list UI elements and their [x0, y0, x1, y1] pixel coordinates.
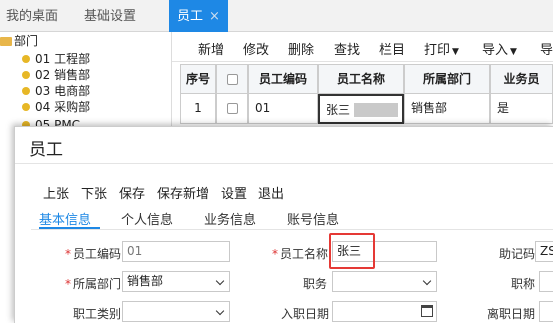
- save-button[interactable]: 保存: [119, 183, 145, 202]
- dept-select[interactable]: 销售部: [122, 271, 230, 292]
- node-dot-icon: [22, 87, 30, 95]
- exit-button[interactable]: 退出: [258, 183, 284, 202]
- col-header-dept: 所属部门: [404, 64, 490, 94]
- calendar-icon[interactable]: [421, 305, 433, 317]
- row-name[interactable]: 张三: [318, 94, 404, 124]
- col-header-select[interactable]: [216, 64, 248, 94]
- position-select[interactable]: [332, 271, 437, 292]
- export-button[interactable]: 导: [540, 39, 553, 58]
- search-button[interactable]: 查找: [334, 39, 360, 58]
- list-toolbar: 新增 修改 删除 查找 栏目 打印 ▼ 导入 ▼ 导: [172, 32, 553, 62]
- tab-employee-label: 员工: [177, 9, 204, 24]
- node-dot-icon: [22, 55, 30, 63]
- tree-item-label: 02 销售部: [35, 68, 91, 82]
- row-dept: 销售部: [404, 94, 490, 124]
- row-select[interactable]: [216, 94, 248, 124]
- emp-code-label: * 员工编码: [55, 245, 121, 262]
- title-label: 职称: [510, 277, 535, 291]
- dept-label-text: 所属部门: [72, 277, 121, 291]
- row-name-text: 张三: [326, 103, 351, 117]
- emp-code-input[interactable]: 01: [122, 241, 230, 262]
- row-code: 01: [248, 94, 318, 124]
- tree-item-engineering[interactable]: 01 工程部: [22, 52, 90, 66]
- import-label: 导入: [482, 43, 509, 58]
- dialog-divider: [15, 163, 553, 164]
- required-mark: *: [271, 247, 278, 261]
- leave-date-label: 离职日期: [486, 307, 535, 321]
- select-all-checkbox[interactable]: [226, 74, 238, 85]
- dialog-title: 员工: [29, 140, 63, 160]
- tab-account-info[interactable]: 账号信息: [287, 209, 339, 228]
- tab-basic-settings[interactable]: 基础设置: [84, 0, 136, 32]
- prev-record-button[interactable]: 上张: [43, 183, 69, 202]
- title-input[interactable]: [539, 271, 553, 292]
- tree-item-purchasing[interactable]: 04 采购部: [22, 100, 90, 114]
- tree-root-label: 部门: [14, 34, 39, 48]
- add-button[interactable]: 新增: [198, 39, 224, 58]
- leave-date-input[interactable]: [539, 301, 553, 322]
- row-salesperson: 是: [490, 94, 553, 124]
- category-select[interactable]: [122, 301, 230, 322]
- redacted-block: [354, 103, 399, 117]
- delete-button[interactable]: 删除: [288, 39, 314, 58]
- tree-item-sales[interactable]: 02 销售部: [22, 68, 90, 82]
- position-label: 职务: [302, 277, 327, 291]
- import-button[interactable]: 导入 ▼: [482, 39, 517, 58]
- required-mark: *: [64, 247, 71, 261]
- col-header-name: 员工名称: [318, 64, 404, 94]
- tree-item-ecommerce[interactable]: 03 电商部: [22, 84, 90, 98]
- chevron-down-icon: ▼: [510, 47, 517, 57]
- columns-button[interactable]: 栏目: [379, 39, 405, 58]
- required-mark: *: [64, 277, 71, 291]
- emp-name-label: * 员工名称: [260, 245, 328, 262]
- col-header-salesperson: 业务员: [490, 64, 553, 94]
- tab-bar: 我的桌面 基础设置 员工 ×: [0, 0, 553, 32]
- mnemonic-label: 助记码: [498, 247, 535, 261]
- col-header-code: 员工编码: [248, 64, 318, 94]
- category-label: 职工类别: [72, 307, 121, 321]
- edit-button[interactable]: 修改: [243, 39, 269, 58]
- tab-my-desktop[interactable]: 我的桌面: [6, 0, 58, 32]
- print-label: 打印: [424, 43, 451, 58]
- row-index: 1: [180, 94, 216, 124]
- hire-date-input[interactable]: [332, 301, 437, 322]
- close-icon[interactable]: ×: [209, 9, 220, 24]
- employee-dialog: 员工 上张 下张 保存 保存新增 设置 退出 基本信息 个人信息 业务信息 账号…: [14, 126, 553, 323]
- tab-basic-info[interactable]: 基本信息: [39, 209, 91, 228]
- next-record-button[interactable]: 下张: [81, 183, 107, 202]
- emp-code-label-text: 员工编码: [72, 247, 121, 261]
- col-header-index: 序号: [180, 64, 216, 94]
- node-dot-icon: [22, 103, 30, 111]
- hire-date-label: 入职日期: [280, 307, 329, 321]
- tree-item-label: 01 工程部: [35, 52, 91, 66]
- tab-divider: [31, 229, 553, 230]
- folder-icon: [0, 37, 12, 46]
- save-and-new-button[interactable]: 保存新增: [157, 183, 209, 202]
- tab-employee[interactable]: 员工 ×: [169, 0, 228, 32]
- tree-root[interactable]: 部门: [0, 34, 38, 48]
- emp-name-label-text: 员工名称: [279, 247, 328, 261]
- row-checkbox[interactable]: [226, 103, 238, 114]
- highlight-box: [329, 233, 375, 269]
- node-dot-icon: [22, 71, 30, 79]
- mnemonic-input[interactable]: ZS: [535, 241, 553, 262]
- tree-item-label: 04 采购部: [35, 100, 91, 114]
- tab-personal-info[interactable]: 个人信息: [121, 209, 173, 228]
- chevron-down-icon: ▼: [452, 47, 459, 57]
- tab-business-info[interactable]: 业务信息: [204, 209, 256, 228]
- dept-label: * 所属部门: [55, 275, 121, 292]
- settings-button[interactable]: 设置: [221, 183, 247, 202]
- tree-item-label: 03 电商部: [35, 84, 91, 98]
- print-button[interactable]: 打印 ▼: [424, 39, 459, 58]
